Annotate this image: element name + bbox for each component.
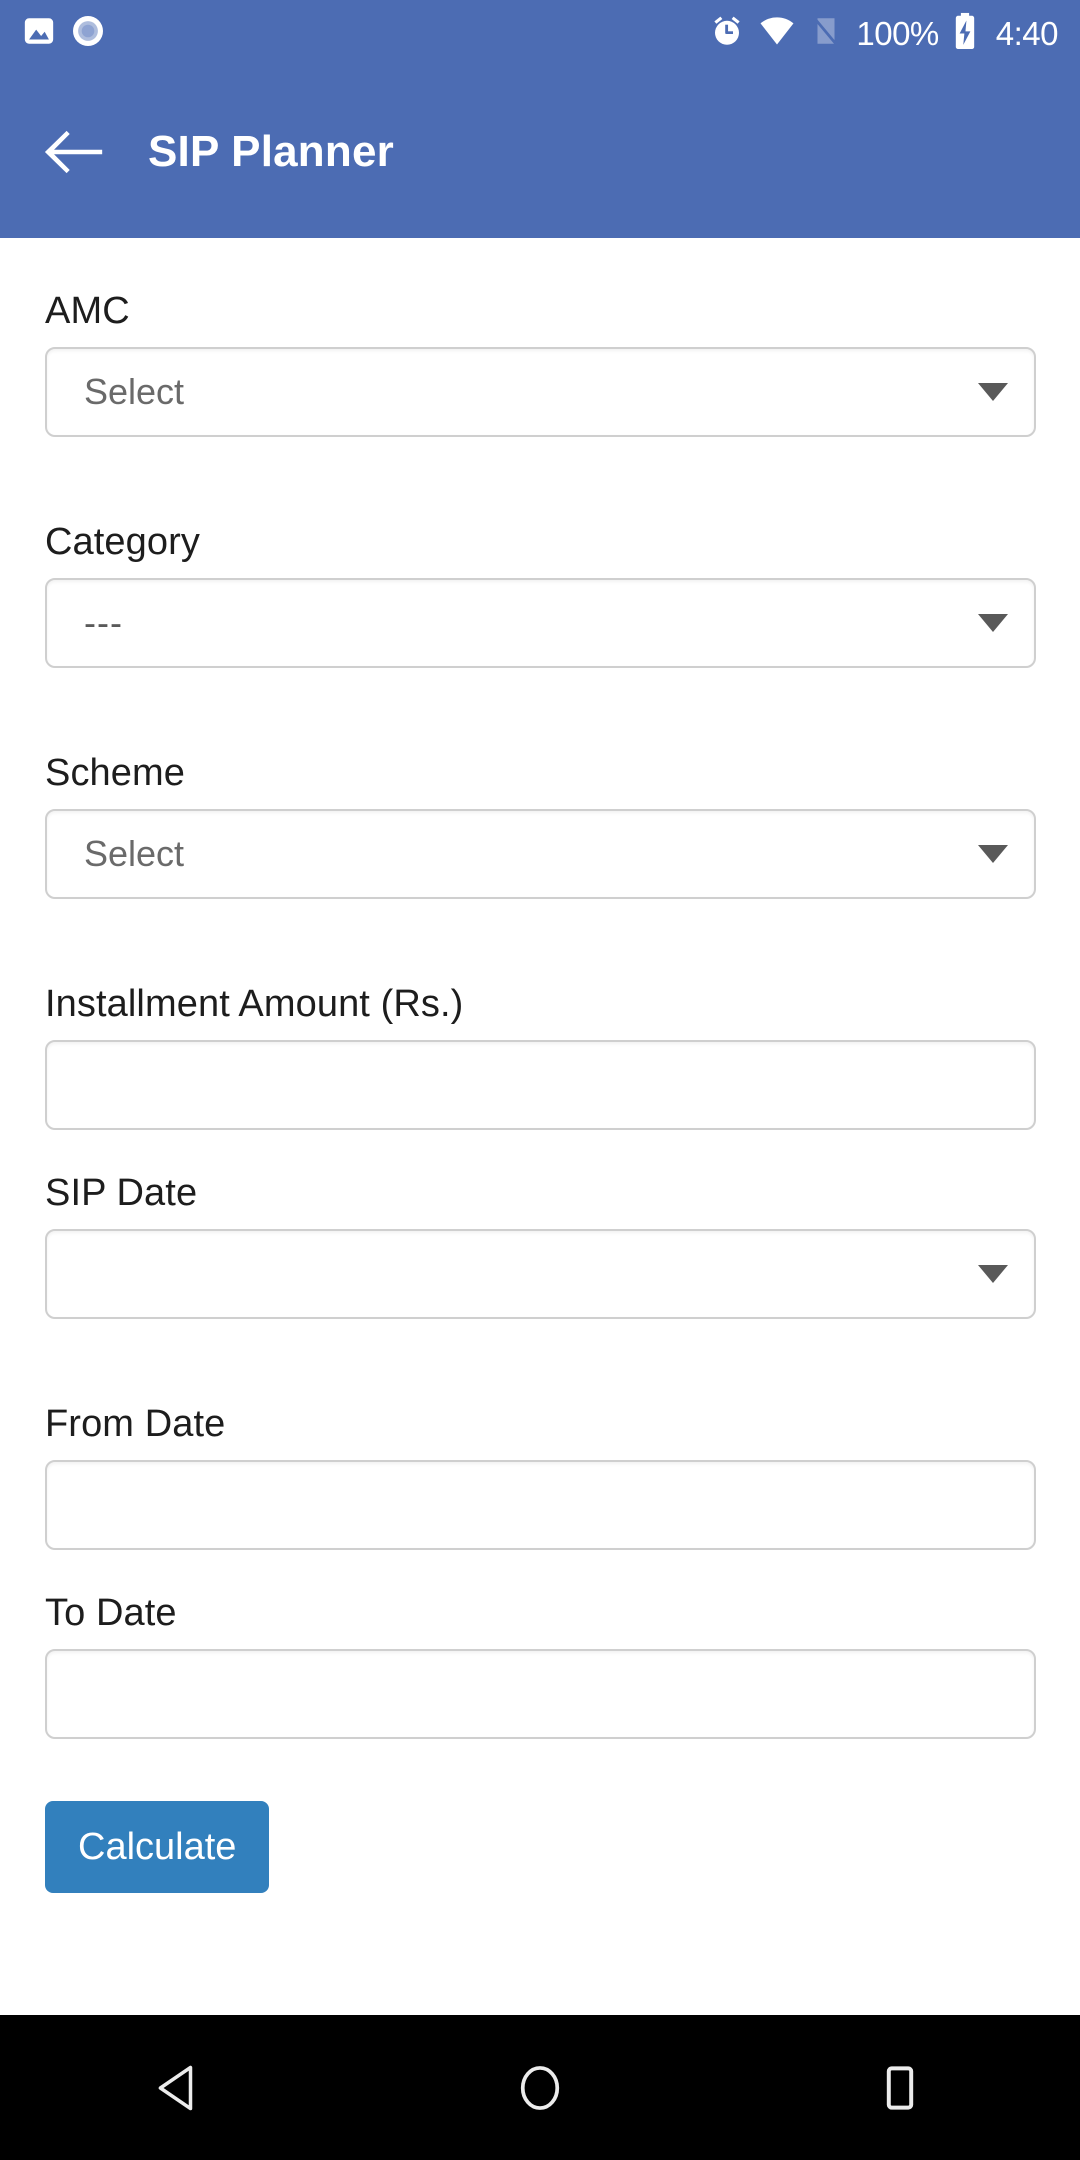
field-group-from-date: From Date bbox=[45, 1403, 1036, 1550]
calculate-button[interactable]: Calculate bbox=[45, 1801, 270, 1893]
label-from-date: From Date bbox=[45, 1403, 226, 1445]
label-sip-date: SIP Date bbox=[45, 1172, 198, 1214]
select-sip-date[interactable] bbox=[45, 1229, 1036, 1319]
input-to-date[interactable] bbox=[45, 1649, 1036, 1739]
battery-charging-icon bbox=[952, 12, 978, 55]
alarm-icon bbox=[709, 13, 745, 54]
select-category-value: --- bbox=[84, 602, 123, 643]
select-scheme[interactable]: Select bbox=[45, 809, 1036, 899]
label-installment-amount: Installment Amount (Rs.) bbox=[45, 983, 464, 1025]
status-bar-left-icons bbox=[22, 13, 106, 54]
chevron-down-icon bbox=[978, 845, 1008, 863]
status-bar-clock: 4:40 bbox=[995, 14, 1059, 52]
page-title: SIP Planner bbox=[148, 127, 394, 176]
field-group-installment-amount: Installment Amount (Rs.) bbox=[45, 983, 1036, 1130]
status-bar-right-icons: 100% 4:40 bbox=[709, 12, 1059, 55]
field-group-category: Category --- bbox=[45, 521, 1036, 668]
field-group-to-date: To Date bbox=[45, 1592, 1036, 1739]
chevron-down-icon bbox=[978, 383, 1008, 401]
input-from-date[interactable] bbox=[45, 1460, 1036, 1550]
image-icon bbox=[22, 14, 56, 53]
field-group-sip-date: SIP Date bbox=[45, 1172, 1036, 1319]
home-circle-icon[interactable] bbox=[450, 2015, 630, 2160]
recents-square-icon[interactable] bbox=[810, 2015, 990, 2160]
select-scheme-value: Select bbox=[84, 833, 185, 874]
label-to-date: To Date bbox=[45, 1592, 177, 1634]
app-bar: SIP Planner bbox=[0, 66, 1080, 238]
no-sim-signal-icon bbox=[809, 14, 843, 53]
battery-percent: 100% bbox=[856, 14, 939, 52]
calculate-button-wrapper: Calculate bbox=[45, 1801, 1035, 1893]
select-category[interactable]: --- bbox=[45, 578, 1036, 668]
label-category: Category bbox=[45, 521, 200, 563]
phone-screen: 100% 4:40 SIP Planner AMC Select Categor… bbox=[0, 0, 1080, 2160]
field-group-amc: AMC Select bbox=[45, 290, 1036, 437]
back-triangle-icon[interactable] bbox=[90, 2015, 270, 2160]
select-amc[interactable]: Select bbox=[45, 347, 1036, 437]
label-scheme: Scheme bbox=[45, 752, 186, 794]
back-arrow-icon[interactable] bbox=[34, 113, 112, 191]
android-nav-bar bbox=[0, 2015, 1080, 2160]
chevron-down-icon bbox=[978, 1265, 1008, 1283]
select-amc-value: Select bbox=[84, 371, 185, 412]
status-bar: 100% 4:40 bbox=[0, 0, 1080, 66]
input-installment-amount[interactable] bbox=[45, 1040, 1036, 1130]
form-content: AMC Select Category --- Scheme Select In… bbox=[0, 238, 1080, 2015]
label-amc: AMC bbox=[45, 290, 130, 332]
screen-record-icon bbox=[70, 13, 106, 54]
wifi-icon bbox=[758, 12, 796, 55]
field-group-scheme: Scheme Select bbox=[45, 752, 1036, 899]
chevron-down-icon bbox=[978, 614, 1008, 632]
